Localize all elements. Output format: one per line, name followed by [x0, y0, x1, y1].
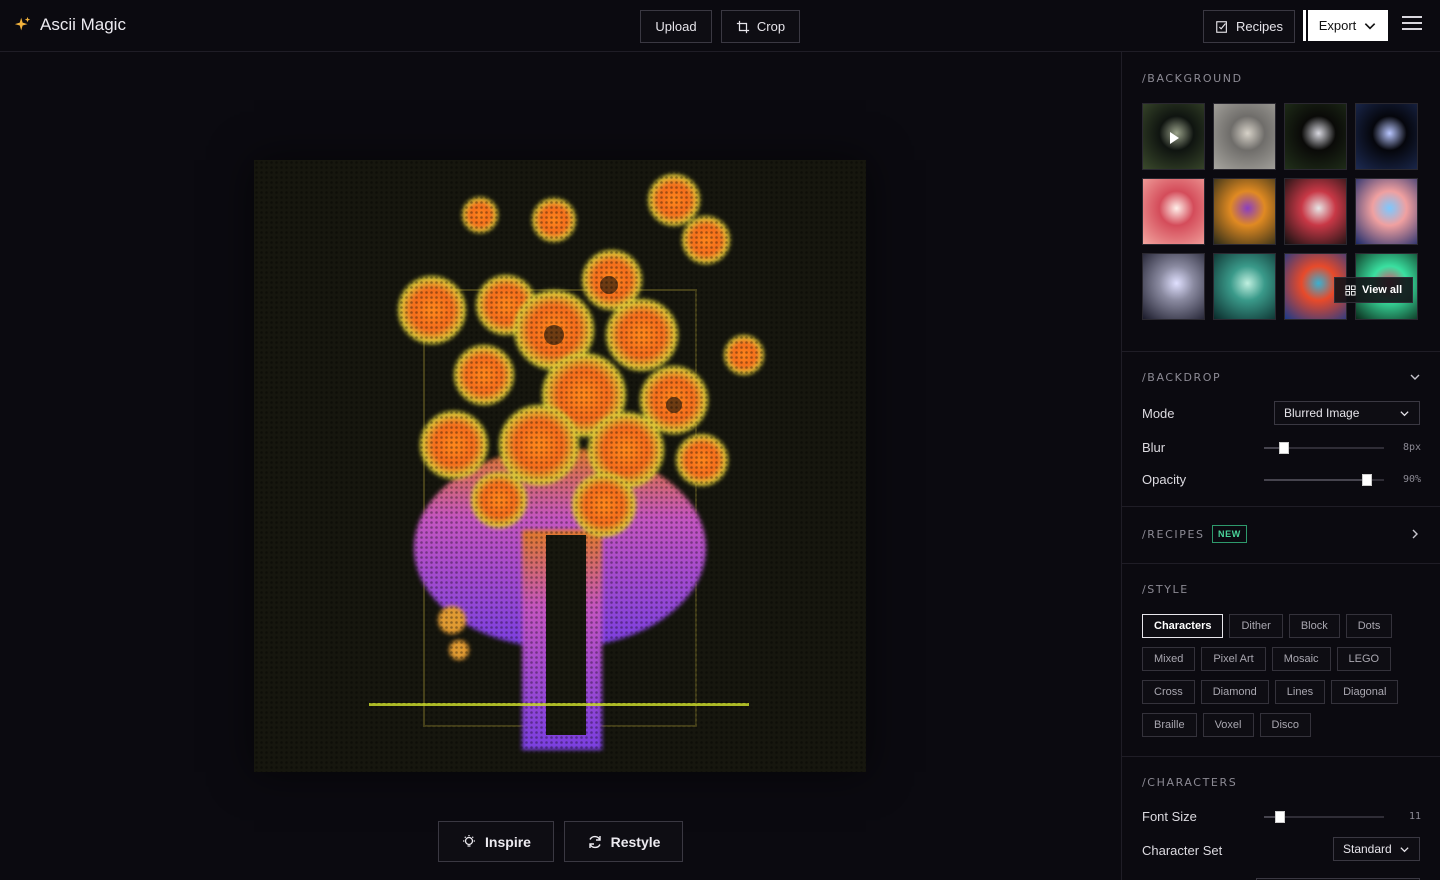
crop-button[interactable]: Crop	[721, 10, 800, 43]
style-option-braille[interactable]: Braille	[1142, 713, 1197, 737]
grid-icon	[1345, 284, 1356, 296]
thumb-vase[interactable]	[1213, 178, 1276, 245]
thumb-light-streak[interactable]	[1355, 178, 1418, 245]
thumb-statue[interactable]	[1213, 103, 1276, 170]
refresh-icon	[588, 835, 601, 848]
ascii-art-image	[254, 160, 866, 772]
opacity-slider-knob[interactable]	[1362, 474, 1373, 486]
background-section: /BACKGROUND View all	[1122, 52, 1440, 352]
new-badge: NEW	[1212, 525, 1247, 543]
style-option-diamond[interactable]: Diamond	[1200, 680, 1269, 704]
style-option-diagonal[interactable]: Diagonal	[1331, 680, 1399, 704]
ascii-artwork-preview[interactable]	[254, 160, 866, 772]
view-all-label: View all	[1362, 284, 1403, 296]
recipes-title: /RECIPES	[1142, 528, 1205, 541]
style-option-cross[interactable]: Cross	[1142, 680, 1195, 704]
font-size-value: 11	[1408, 811, 1421, 822]
mode-label: Mode	[1142, 406, 1175, 421]
style-title: /STYLE	[1142, 583, 1189, 596]
style-row: Braille Voxel Disco	[1142, 713, 1432, 737]
thumb-bouquet[interactable]	[1284, 178, 1347, 245]
style-option-block[interactable]: Block	[1288, 614, 1340, 638]
export-divider	[1303, 10, 1306, 41]
characters-section: /CHARACTERS Font Size 11 Character Set S…	[1122, 757, 1440, 880]
opacity-value: 90%	[1402, 474, 1421, 485]
thumb-desert-arch[interactable]	[1142, 103, 1205, 170]
restyle-label: Restyle	[610, 833, 661, 850]
style-option-pixel-art[interactable]: Pixel Art	[1201, 647, 1266, 671]
backdrop-section: /BACKDROP Mode Blurred Image Blur 8px Op…	[1122, 352, 1440, 507]
style-option-lines[interactable]: Lines	[1274, 680, 1326, 704]
chevron-down-icon	[1365, 22, 1376, 29]
character-set-value: Standard	[1343, 842, 1392, 856]
upload-button[interactable]: Upload	[640, 10, 712, 43]
style-options: Characters Dither Block Dots Mixed Pixel Art M…	[1142, 614, 1432, 746]
chevron-down-icon	[1400, 846, 1409, 852]
background-title: /BACKGROUND	[1142, 72, 1243, 85]
opacity-slider[interactable]	[1264, 474, 1384, 486]
font-size-slider-knob[interactable]	[1274, 811, 1285, 823]
blur-slider-knob[interactable]	[1279, 442, 1290, 454]
crop-icon	[736, 20, 750, 33]
view-all-button[interactable]: View all	[1334, 277, 1414, 303]
hamburger-menu-icon[interactable]	[1402, 16, 1422, 36]
style-option-lego[interactable]: LEGO	[1336, 647, 1392, 671]
style-option-characters[interactable]: Characters	[1142, 614, 1224, 638]
characters-title: /CHARACTERS	[1142, 776, 1238, 789]
font-size-label: Font Size	[1142, 809, 1197, 824]
font-size-slider[interactable]	[1264, 811, 1384, 823]
blur-value: 8px	[1402, 442, 1421, 453]
upload-label: Upload	[655, 19, 697, 34]
style-option-disco[interactable]: Disco	[1259, 713, 1312, 737]
app-title: Ascii Magic	[40, 15, 126, 34]
settings-panel: /BACKGROUND View all /BACKDROP Mode Blur…	[1121, 52, 1440, 880]
mode-select[interactable]: Blurred Image	[1274, 401, 1420, 425]
play-icon	[1170, 132, 1179, 144]
export-label: Export	[1318, 18, 1357, 33]
chevron-down-icon[interactable]	[1409, 371, 1421, 383]
thumb-wave[interactable]	[1213, 253, 1276, 320]
thumb-car[interactable]	[1355, 103, 1418, 170]
recipes-button[interactable]: Recipes	[1203, 10, 1295, 43]
style-option-dots[interactable]: Dots	[1345, 614, 1393, 638]
character-set-select[interactable]: Standard	[1333, 837, 1420, 861]
recipes-label: Recipes	[1236, 19, 1283, 34]
opacity-slider-fill	[1264, 479, 1368, 481]
recipes-section[interactable]: /RECIPES NEW	[1122, 507, 1440, 564]
style-row: Characters Dither Block Dots	[1142, 614, 1432, 638]
opacity-label: Opacity	[1142, 472, 1187, 487]
restyle-button[interactable]: Restyle	[564, 821, 683, 862]
inspire-button[interactable]: Inspire	[438, 821, 554, 862]
sparkle-icon	[14, 16, 31, 31]
style-option-voxel[interactable]: Voxel	[1202, 713, 1254, 737]
style-option-mixed[interactable]: Mixed	[1142, 647, 1196, 671]
export-button[interactable]: Export	[1308, 10, 1388, 41]
style-row: Mixed Pixel Art Mosaic LEGO	[1142, 647, 1432, 671]
blur-slider[interactable]	[1264, 442, 1384, 454]
inspire-label: Inspire	[485, 833, 531, 850]
chevron-right-icon[interactable]	[1409, 528, 1421, 540]
style-option-mosaic[interactable]: Mosaic	[1271, 647, 1331, 671]
backdrop-title: /BACKDROP	[1142, 371, 1222, 384]
checklist-icon	[1216, 20, 1227, 33]
style-option-dither[interactable]: Dither	[1229, 614, 1283, 638]
style-row: Cross Diamond Lines Diagonal	[1142, 680, 1432, 704]
style-section: /STYLE Characters Dither Block Dots Mixed Pix…	[1122, 564, 1440, 757]
chevron-down-icon	[1400, 410, 1409, 416]
mode-value: Blurred Image	[1284, 406, 1360, 420]
thumb-flower[interactable]	[1142, 178, 1205, 245]
character-set-label: Character Set	[1142, 843, 1223, 858]
thumb-hands[interactable]	[1142, 253, 1205, 320]
crop-label: Crop	[756, 19, 786, 34]
lightbulb-icon	[463, 834, 476, 847]
blur-label: Blur	[1142, 440, 1166, 455]
top-bar: Ascii Magic Upload Crop Recipes Export	[0, 0, 1440, 52]
app-logo[interactable]: Ascii Magic	[14, 15, 126, 35]
thumb-laptop[interactable]	[1284, 103, 1347, 170]
